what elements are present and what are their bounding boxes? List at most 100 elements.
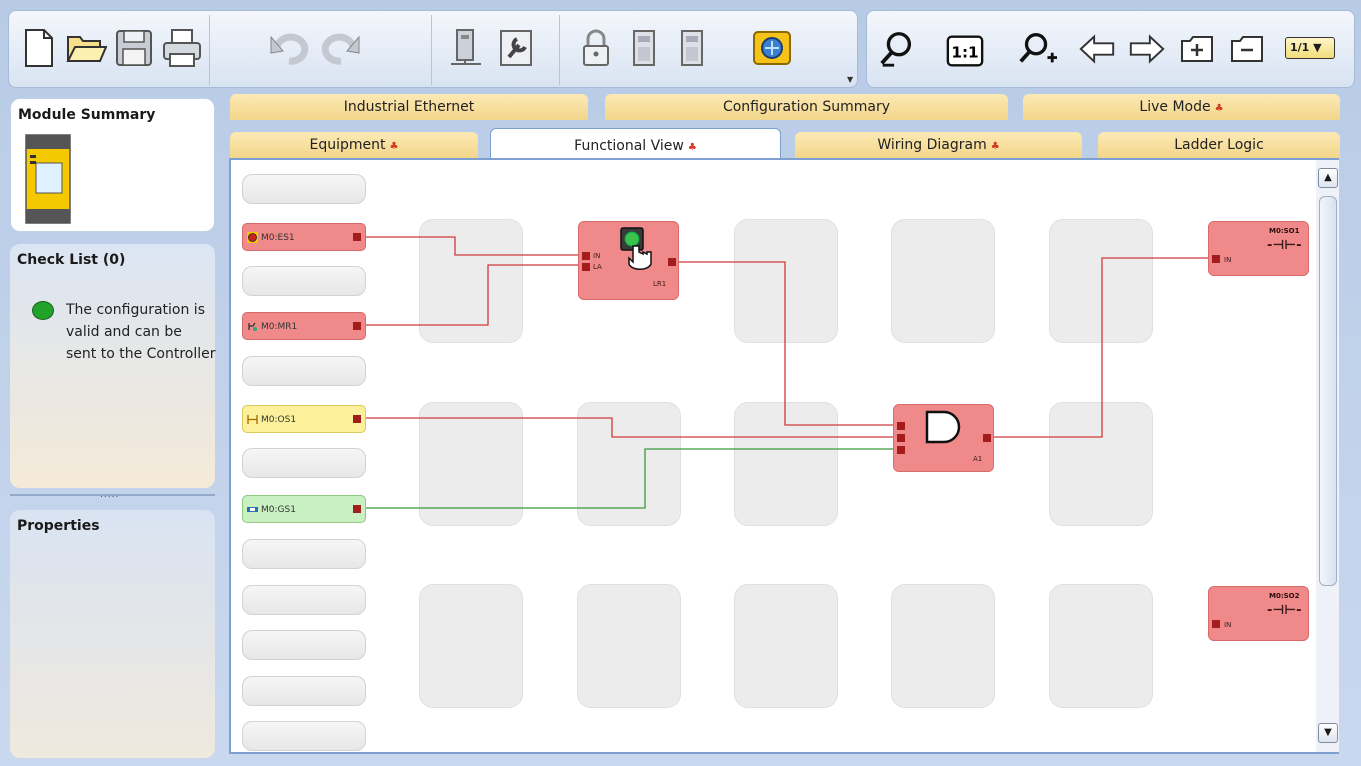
tab-label: Configuration Summary [722,99,891,115]
input-slot[interactable] [242,539,366,569]
flag-icon: ♣ [990,141,1000,152]
add-page-icon[interactable] [1179,31,1215,67]
scroll-thumb[interactable] [1319,196,1337,586]
input-port[interactable] [1212,255,1220,263]
input-slot[interactable] [242,585,366,615]
input-slot[interactable] [242,174,366,204]
output-port[interactable] [353,505,361,513]
logic-cell[interactable] [577,584,681,708]
output-port[interactable] [983,434,991,442]
module-a-icon[interactable] [621,25,667,71]
lock-icon[interactable] [573,25,619,71]
logic-cell[interactable] [1049,584,1153,708]
tab-industrial-ethernet[interactable]: Industrial Ethernet [230,94,588,120]
logic-cell[interactable] [891,219,995,343]
output-port[interactable] [353,233,361,241]
output-block-so2[interactable]: M0:SO2 -⊣⊢- IN [1208,586,1309,641]
logic-cell[interactable] [577,402,681,526]
input-port[interactable] [1212,620,1220,628]
input-port[interactable] [582,252,590,260]
print-icon[interactable] [159,25,205,71]
toolbar-separator [209,15,210,85]
input-slot[interactable] [242,356,366,386]
redo-icon[interactable] [317,25,363,71]
input-label: M0:ES1 [261,233,295,243]
input-block-mr1[interactable]: M0:MR1 [242,312,366,340]
logic-block-a1[interactable]: A1 [893,404,994,472]
input-block-gs1[interactable]: M0:GS1 [242,495,366,523]
logic-cell[interactable] [734,584,838,708]
output-port[interactable] [353,415,361,423]
main-toolbar: ▼ [8,10,858,88]
tab-functional-view[interactable]: Functional View ♣ [490,128,781,160]
input-port[interactable] [582,263,590,271]
undo-icon[interactable] [267,25,313,71]
module-summary-title: Module Summary [18,107,156,123]
scroll-up-button[interactable]: ▲ [1318,168,1338,188]
arrow-right-icon[interactable] [1127,29,1167,69]
input-port[interactable] [897,446,905,454]
and-gate-icon [925,410,961,444]
new-file-icon[interactable] [15,25,61,71]
zoom-1to1-icon[interactable]: 1:1 [945,33,985,69]
emergency-stop-icon [247,232,258,243]
logic-cell[interactable] [891,584,995,708]
input-slot[interactable] [242,266,366,296]
toolbar-separator [559,15,560,85]
module-device-icon[interactable] [24,133,72,225]
module-b-icon[interactable] [669,25,715,71]
save-icon[interactable] [111,25,157,71]
output-port[interactable] [668,258,676,266]
tab-live-mode[interactable]: Live Mode ♣ [1023,94,1340,120]
zoom-in-icon[interactable] [1017,29,1057,69]
zoom-out-icon[interactable] [877,29,917,69]
logic-cell[interactable] [419,402,523,526]
flag-icon: ♣ [687,142,697,153]
logic-cell[interactable] [734,219,838,343]
tab-wiring-diagram[interactable]: Wiring Diagram ♣ [795,132,1082,158]
toolbar-separator [431,15,432,85]
input-slot[interactable] [242,630,366,660]
block-label: LR1 [653,280,667,288]
scroll-down-button[interactable]: ▼ [1318,723,1338,743]
gate-switch-icon [247,504,258,515]
configure-icon[interactable] [493,25,539,71]
tab-configuration-summary[interactable]: Configuration Summary [605,94,1008,120]
tab-ladder-logic[interactable]: Ladder Logic [1098,132,1340,158]
page-select-dropdown[interactable]: 1/1 ▼ [1285,37,1335,59]
zoom-1to1-label: 1:1 [951,44,978,62]
input-port[interactable] [897,434,905,442]
tab-equipment[interactable]: Equipment ♣ [230,132,478,158]
open-folder-icon[interactable] [63,25,109,71]
connect-online-icon[interactable] [749,25,795,71]
logic-cell[interactable] [419,219,523,343]
view-toolbar: 1:1 [866,10,1355,88]
logic-cell[interactable] [1049,402,1153,526]
output-block-so1[interactable]: M0:SO1 -⊣⊢- IN [1208,221,1309,276]
input-label: M0:GS1 [261,505,296,515]
toolbar-overflow-icon[interactable]: ▼ [847,75,853,84]
tab-label: Equipment [309,137,386,153]
logic-cell[interactable] [734,402,838,526]
reset-input-icon [247,321,258,332]
controller-icon[interactable] [443,25,489,71]
checklist-panel: Check List (0) The configuration is vali… [10,244,216,488]
checklist-item-text: The configuration is valid and can be se… [66,302,216,362]
input-block-os1[interactable]: M0:OS1 [242,405,366,433]
logic-cell[interactable] [1049,219,1153,343]
tab-label: Functional View [574,138,684,154]
logic-cell[interactable] [419,584,523,708]
flag-icon: ♣ [1214,103,1224,114]
input-port[interactable] [897,422,905,430]
tab-label: Live Mode [1139,99,1211,115]
remove-page-icon[interactable] [1229,31,1265,67]
output-port[interactable] [353,322,361,330]
input-block-es1[interactable]: M0:ES1 [242,223,366,251]
input-slot[interactable] [242,448,366,478]
splitter-grip[interactable]: ..... [100,490,119,500]
relay-contact-icon: -⊣⊢- [1267,238,1302,253]
input-slot[interactable] [242,676,366,706]
input-slot[interactable] [242,721,366,751]
logic-block-lr1[interactable]: IN LA LR1 [578,221,679,300]
arrow-left-icon[interactable] [1077,29,1117,69]
